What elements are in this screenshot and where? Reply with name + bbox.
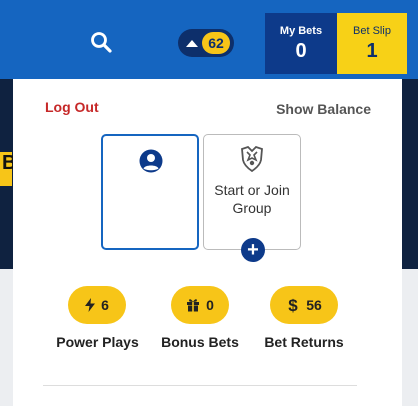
show-balance-link[interactable]: Show Balance [276, 101, 371, 117]
bet-slip-button[interactable]: Bet Slip 1 [337, 13, 407, 74]
power-plays-label: Power Plays [56, 334, 139, 350]
notification-pill[interactable]: 62 [178, 29, 234, 57]
search-icon [91, 32, 112, 53]
bet-slip-count: 1 [366, 40, 378, 62]
user-circle-icon [139, 149, 163, 173]
bonus-bets-pill[interactable]: 0 [171, 286, 229, 324]
lightning-icon [85, 298, 96, 312]
caret-up-icon [186, 39, 198, 47]
bonus-bets-label: Bonus Bets [161, 334, 239, 350]
bonus-bets-value: 0 [206, 297, 214, 313]
log-out-link[interactable]: Log Out [45, 99, 99, 115]
background-page-right [402, 79, 418, 269]
notification-count: 62 [202, 32, 230, 54]
search-button[interactable] [86, 27, 116, 57]
gift-icon [187, 299, 200, 312]
group-emblem-icon [241, 146, 263, 172]
bet-returns-pill[interactable]: $ 56 [270, 286, 338, 324]
start-join-group-card[interactable]: Start or Join Group [203, 134, 301, 250]
power-plays-pill[interactable]: 6 [68, 286, 126, 324]
bet-returns-label: Bet Returns [264, 334, 344, 350]
my-bets-count: 0 [295, 40, 307, 62]
bet-slip-label: Bet Slip [353, 25, 391, 37]
bet-returns-value: 56 [306, 297, 322, 313]
background-banner-left: B [0, 152, 16, 186]
my-bets-label: My Bets [279, 25, 323, 37]
start-join-group-label: Start or Join Group [214, 182, 290, 216]
top-bar: 62 My Bets 0 Bet Slip 1 [0, 0, 418, 79]
power-plays-value: 6 [101, 297, 109, 313]
svg-text:$: $ [288, 296, 298, 314]
divider [43, 385, 357, 386]
plus-icon[interactable]: + [241, 238, 265, 262]
account-dropdown-panel: Log Out Show Balance Start or Join Group… [13, 79, 402, 406]
profile-card[interactable] [101, 134, 199, 250]
my-bets-button[interactable]: My Bets 0 [265, 13, 337, 74]
dollar-icon: $ [288, 296, 298, 314]
